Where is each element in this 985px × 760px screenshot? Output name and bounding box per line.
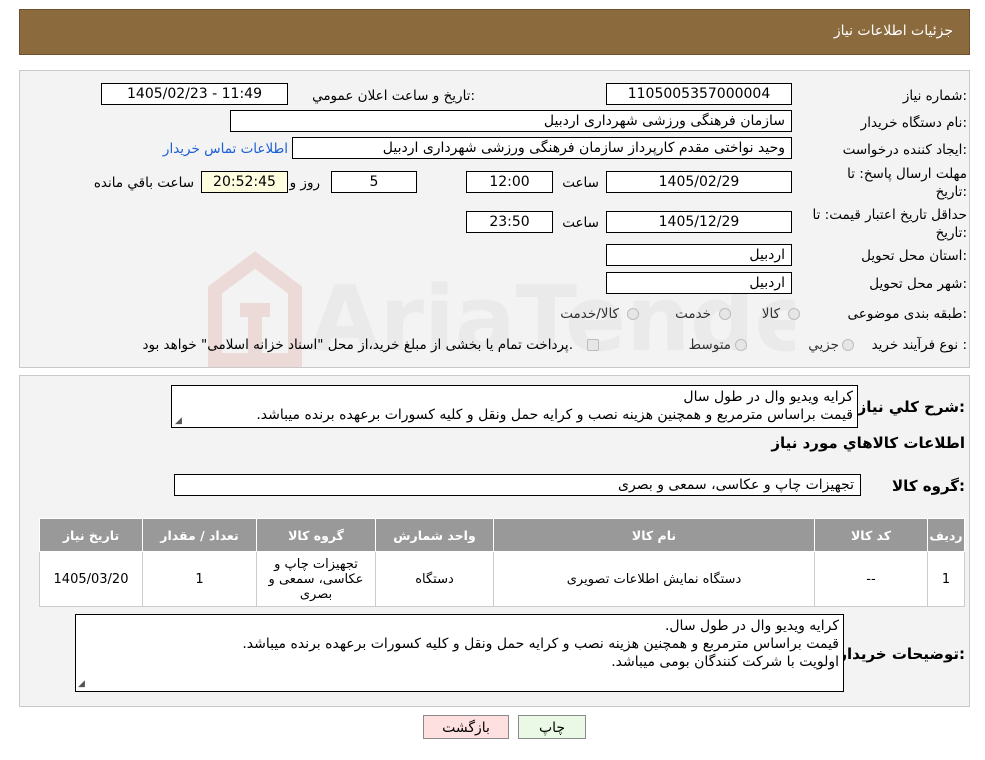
cell-group: تجهیزات چاپ و عکاسی، سمعی و بصری: [256, 551, 376, 607]
purchase-type-small-text: جزيي: [808, 337, 839, 353]
reply-deadline-label-2: تاريخ:: [935, 184, 967, 200]
reply-deadline-time-label: ساعت: [562, 175, 599, 191]
category-service-radio[interactable]: [719, 308, 731, 320]
reply-days-value: 5: [331, 171, 417, 193]
delivery-city-value: اردبیل: [606, 272, 792, 294]
purchase-type-small-radio[interactable]: [842, 339, 854, 351]
goods-info-title: اطلاعات کالاهاي مورد نياز: [771, 434, 965, 452]
price-validity-date: 1405/12/29: [606, 211, 792, 233]
table-row: 1 -- دستگاه نمایش اطلاعات تصویری دستگاه …: [39, 551, 965, 607]
table-header-row: رديف کد کالا نام کالا واحد شمارش گروه کا…: [39, 518, 965, 552]
requester-label: ايجاد کننده درخواست:: [842, 142, 967, 158]
col-header-need-date: تاريخ نياز: [39, 518, 143, 552]
price-validity-time: 23:50: [466, 211, 553, 233]
price-validity-label-2: تاريخ:: [935, 225, 967, 241]
delivery-province-label: استان محل تحويل:: [861, 248, 967, 264]
announce-datetime-value: 1405/02/23 - 11:49: [101, 83, 288, 105]
buyer-contact-link[interactable]: اطلاعات تماس خريدار: [163, 141, 288, 157]
category-goods-text: کالا: [761, 306, 780, 322]
buyer-org-label: نام دستگاه خريدار:: [860, 115, 967, 131]
price-validity-label-1: حداقل تاريخ اعتبار قيمت: تا: [812, 207, 967, 223]
reply-deadline-label-1: مهلت ارسال پاسخ: تا: [847, 166, 967, 182]
page-header: جزئیات اطلاعات نیاز: [19, 9, 970, 55]
category-goods-service-text: کالا/خدمت: [560, 306, 619, 322]
print-button[interactable]: چاپ: [518, 715, 586, 739]
purchase-type-medium-radio[interactable]: [735, 339, 747, 351]
col-header-unit: واحد شمارش: [375, 518, 494, 552]
purchase-type-treasury-checkbox[interactable]: [587, 339, 599, 351]
cell-item-name: دستگاه نمایش اطلاعات تصویری: [493, 551, 815, 607]
cell-need-date: 1405/03/20: [39, 551, 143, 607]
purchase-type-note: پرداخت تمام يا بخشی از مبلغ خريد،از محل …: [142, 337, 573, 353]
purchase-type-label: نوع فرآيند خريد :: [871, 337, 967, 353]
goods-group-value: تجهیزات چاپ و عکاسی، سمعی و بصری: [174, 474, 861, 496]
buyer-notes-resize-grip-icon[interactable]: ◢: [78, 679, 85, 758]
buyer-notes-textarea[interactable]: کرایه ویدیو وال در طول سال. قیمت براساس …: [75, 614, 844, 692]
category-goods-radio[interactable]: [788, 308, 800, 320]
category-service-text: خدمت: [675, 306, 711, 322]
category-goods-service-radio[interactable]: [627, 308, 639, 320]
reply-deadline-time: 12:00: [466, 171, 553, 193]
purchase-type-medium-text: متوسط: [688, 337, 731, 353]
need-number-value: 1105005357000004: [606, 83, 792, 105]
col-header-group: گروه کالا: [256, 518, 376, 552]
need-number-label: شماره نیاز:: [902, 88, 967, 104]
delivery-province-value: اردبیل: [606, 244, 792, 266]
remaining-time-label: ساعت باقي مانده: [93, 175, 194, 191]
category-label: طبقه بندی موضوعی:: [847, 306, 967, 322]
summary-textarea[interactable]: کرایه ویدیو وال در طول سال قیمت براساس م…: [171, 385, 858, 428]
col-header-row-number: رديف: [927, 518, 965, 552]
remaining-time-value: 20:52:45: [201, 171, 288, 193]
announce-datetime-label: تاریخ و ساعت اعلان عمومي:: [312, 88, 475, 104]
buyer-org-value: سازمان فرهنگی ورزشی شهرداری اردبیل: [230, 110, 792, 132]
col-header-quantity: تعداد / مقدار: [142, 518, 257, 552]
cell-quantity: 1: [142, 551, 257, 607]
col-header-item-name: نام کالا: [493, 518, 815, 552]
cell-row-number: 1: [927, 551, 965, 607]
summary-label: شرح کلي نياز:: [857, 398, 965, 416]
reply-days-label: روز و: [289, 175, 320, 191]
reply-deadline-date: 1405/02/29: [606, 171, 792, 193]
cell-item-code: --: [814, 551, 928, 607]
delivery-city-label: شهر محل تحويل:: [869, 276, 967, 292]
buyer-notes-label: توضيحات خريدار:: [838, 645, 965, 663]
requester-value: وحید نواختی مقدم کارپرداز سازمان فرهنگی …: [292, 137, 792, 159]
items-table: رديف کد کالا نام کالا واحد شمارش گروه کا…: [39, 518, 965, 607]
col-header-item-code: کد کالا: [814, 518, 928, 552]
cell-unit: دستگاه: [375, 551, 494, 607]
page-title: جزئیات اطلاعات نیاز: [833, 23, 953, 39]
price-validity-time-label: ساعت: [562, 215, 599, 231]
goods-group-label: گروه کالا:: [892, 477, 965, 495]
back-button[interactable]: بازگشت: [423, 715, 509, 739]
